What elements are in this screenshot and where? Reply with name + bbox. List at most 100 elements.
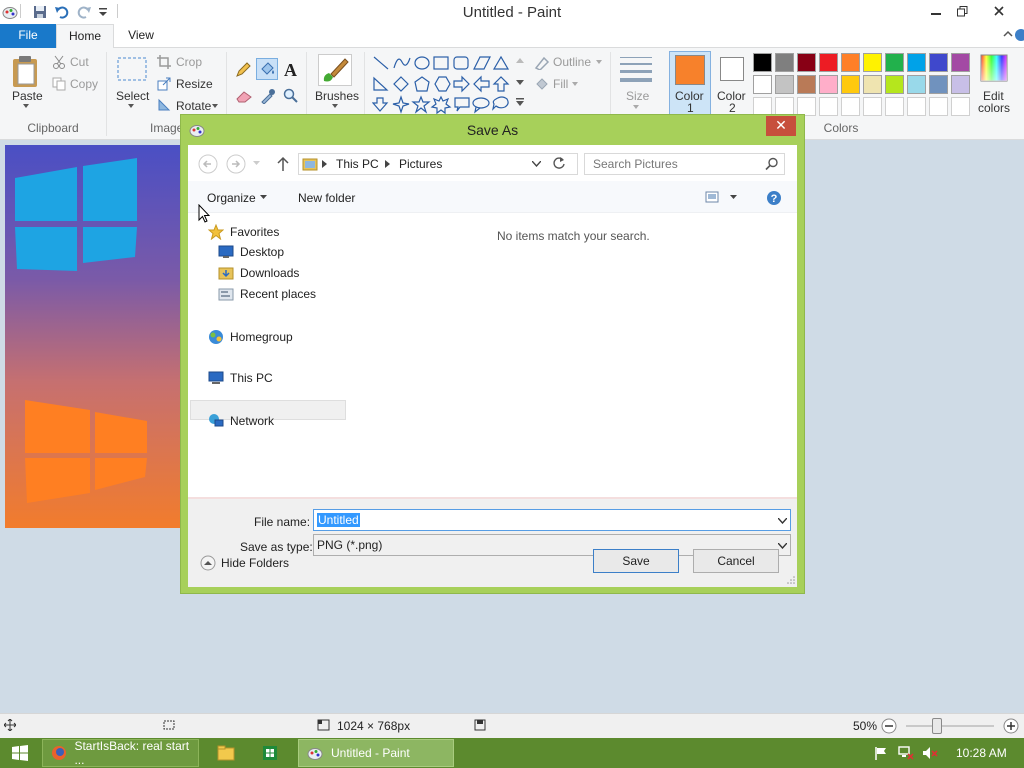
magnifier-icon[interactable]: [283, 88, 299, 104]
recent-locations-icon[interactable]: [253, 161, 260, 165]
copy-label[interactable]: Copy: [70, 77, 98, 91]
palette-swatch[interactable]: [841, 75, 860, 94]
brushes-dropdown-icon[interactable]: [332, 104, 338, 108]
palette-swatch[interactable]: [929, 75, 948, 94]
outline-icon[interactable]: [534, 56, 550, 70]
fill-dropdown-icon[interactable]: [572, 82, 578, 86]
dialog-help-icon[interactable]: ?: [766, 190, 782, 206]
zoom-slider[interactable]: [906, 718, 994, 734]
new-folder-button[interactable]: New folder: [298, 191, 355, 205]
address-dropdown-icon[interactable]: [532, 161, 541, 167]
palette-custom-swatch[interactable]: [863, 97, 882, 116]
drawing-canvas[interactable]: [5, 145, 187, 528]
palette-custom-swatch[interactable]: [885, 97, 904, 116]
minimize-button[interactable]: [922, 0, 950, 22]
size-label[interactable]: Size: [626, 89, 649, 103]
rotate-dropdown-icon[interactable]: [212, 104, 218, 108]
search-icon[interactable]: [765, 157, 779, 171]
paste-icon[interactable]: [10, 54, 42, 88]
brushes-label[interactable]: Brushes: [315, 89, 359, 103]
palette-custom-swatch[interactable]: [951, 97, 970, 116]
copy-icon[interactable]: [52, 77, 66, 91]
outline-dropdown-icon[interactable]: [596, 60, 602, 64]
palette-custom-swatch[interactable]: [841, 97, 860, 116]
shapes-scroll-down-icon[interactable]: [516, 80, 524, 85]
shapes-scroll-up-icon[interactable]: [516, 58, 524, 63]
save-button[interactable]: Save: [593, 549, 679, 573]
color2-swatch[interactable]: [720, 57, 744, 81]
tab-view[interactable]: View: [114, 24, 168, 48]
palette-swatch[interactable]: [863, 75, 882, 94]
save-as-type-dropdown-icon[interactable]: [778, 543, 787, 549]
close-window-button[interactable]: [984, 0, 1014, 22]
paste-dropdown-icon[interactable]: [23, 104, 29, 108]
edit-colors-icon[interactable]: [980, 54, 1008, 82]
palette-swatch[interactable]: [951, 75, 970, 94]
select-label[interactable]: Select: [116, 89, 149, 103]
organize-button[interactable]: Organize: [207, 191, 256, 205]
brushes-icon[interactable]: [318, 54, 352, 86]
dialog-close-button[interactable]: ✕: [766, 116, 796, 136]
view-options-icon[interactable]: [705, 191, 719, 203]
hide-folders-button[interactable]: Hide Folders: [200, 555, 289, 571]
palette-swatch[interactable]: [819, 53, 838, 72]
cut-label[interactable]: Cut: [70, 55, 89, 69]
fill-bucket-tool-button[interactable]: [256, 58, 278, 80]
action-center-flag-icon[interactable]: [874, 746, 888, 760]
breadcrumb-pictures[interactable]: Pictures: [399, 157, 442, 171]
cancel-button[interactable]: Cancel: [693, 549, 779, 573]
palette-swatch[interactable]: [929, 53, 948, 72]
eraser-icon[interactable]: [235, 89, 253, 103]
help-icon[interactable]: [1014, 28, 1024, 42]
tree-favorites[interactable]: Favorites: [208, 224, 279, 240]
palette-swatch[interactable]: [841, 53, 860, 72]
fill-label[interactable]: Fill: [553, 77, 568, 91]
resize-label[interactable]: Resize: [176, 77, 213, 91]
taskbar-firefox[interactable]: StartIsBack: real start ...: [42, 739, 199, 767]
cut-icon[interactable]: [52, 55, 66, 69]
tree-this-pc[interactable]: This PC: [208, 371, 273, 385]
tree-downloads[interactable]: Downloads: [218, 266, 299, 280]
palette-custom-swatch[interactable]: [929, 97, 948, 116]
select-icon[interactable]: [117, 57, 147, 81]
network-tray-icon[interactable]: [898, 746, 914, 760]
forward-icon[interactable]: [226, 154, 246, 174]
back-icon[interactable]: [198, 154, 218, 174]
palette-swatch[interactable]: [907, 75, 926, 94]
palette-swatch[interactable]: [907, 53, 926, 72]
color1-swatch[interactable]: [675, 55, 705, 85]
minimize-ribbon-icon[interactable]: [1002, 28, 1014, 40]
rotate-label[interactable]: Rotate: [176, 99, 211, 113]
shapes-gallery[interactable]: [372, 54, 512, 116]
zoom-slider-thumb[interactable]: [932, 718, 942, 734]
tree-homegroup[interactable]: Homegroup: [208, 329, 293, 345]
palette-swatch[interactable]: [797, 53, 816, 72]
palette-swatch[interactable]: [885, 53, 904, 72]
resize-grip-icon[interactable]: [787, 576, 795, 584]
breadcrumb-this-pc[interactable]: This PC: [336, 157, 379, 171]
zoom-out-button[interactable]: [881, 718, 897, 734]
restore-button[interactable]: [948, 0, 976, 22]
fill-icon[interactable]: [534, 77, 550, 91]
up-folder-icon[interactable]: [276, 156, 290, 172]
palette-custom-swatch[interactable]: [907, 97, 926, 116]
size-icon[interactable]: [620, 56, 652, 84]
palette-swatch[interactable]: [775, 53, 794, 72]
taskbar-app[interactable]: [250, 739, 290, 767]
color-picker-icon[interactable]: [260, 88, 276, 104]
palette-custom-swatch[interactable]: [819, 97, 838, 116]
palette-swatch[interactable]: [951, 53, 970, 72]
palette-swatch[interactable]: [863, 53, 882, 72]
search-input[interactable]: Search Pictures: [593, 157, 678, 171]
rotate-icon[interactable]: [157, 98, 171, 112]
text-tool-icon[interactable]: A: [284, 60, 297, 81]
palette-swatch[interactable]: [885, 75, 904, 94]
palette-swatch[interactable]: [753, 53, 772, 72]
palette-swatch[interactable]: [753, 75, 772, 94]
tree-recent-places[interactable]: Recent places: [218, 287, 316, 301]
refresh-icon[interactable]: [552, 156, 566, 170]
tree-desktop[interactable]: Desktop: [218, 245, 284, 259]
tab-file[interactable]: File: [0, 24, 56, 48]
palette-swatch[interactable]: [775, 75, 794, 94]
size-dropdown-icon[interactable]: [633, 105, 639, 109]
